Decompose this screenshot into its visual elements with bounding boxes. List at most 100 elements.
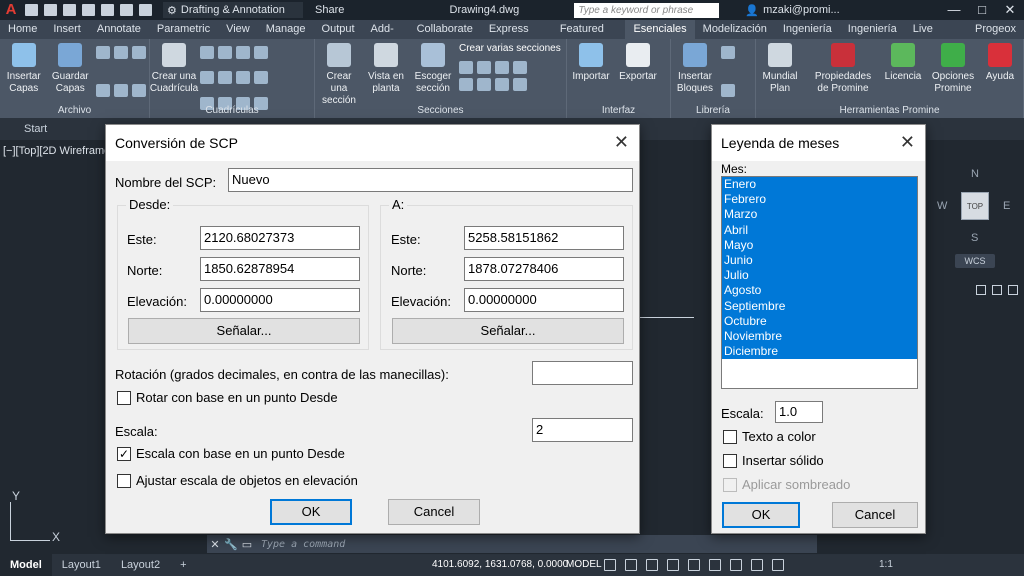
osnap-icon[interactable] (688, 559, 700, 571)
transparency-icon[interactable] (730, 559, 742, 571)
month-item[interactable]: Mayo (722, 237, 917, 253)
grid-icon[interactable] (604, 559, 616, 571)
close-button[interactable]: ✕ (996, 0, 1024, 20)
months-listbox[interactable]: Enero Febrero Marzo Abril Mayo Junio Julio Agos… (721, 176, 918, 389)
tool-icon[interactable] (513, 78, 527, 91)
tool-icon[interactable] (96, 84, 110, 97)
month-item[interactable]: Agosto (722, 283, 917, 299)
viewport-controls[interactable]: [−][Top][2D Wireframe] (3, 145, 113, 157)
tab-view[interactable]: View (218, 20, 258, 39)
annotation-icon[interactable] (772, 559, 784, 571)
ortho-icon[interactable] (646, 559, 658, 571)
save-icon[interactable] (63, 4, 76, 16)
lineweight-icon[interactable] (709, 559, 721, 571)
tool-icon[interactable] (218, 71, 232, 85)
start-tab[interactable]: Start (24, 123, 47, 135)
tool-icon[interactable] (200, 46, 214, 59)
viewcube-top[interactable]: TOP (961, 192, 989, 220)
tab-esenciales[interactable]: Esenciales (625, 20, 695, 39)
user-account[interactable]: 👤 mzaki@promi... (745, 4, 839, 17)
tab-add-ins[interactable]: Add-ins (363, 20, 409, 54)
tool-icon[interactable] (254, 46, 268, 59)
tab-featured-apps[interactable]: Featured Apps (552, 20, 626, 54)
close-icon[interactable]: ✕ (900, 132, 915, 153)
tab-live-survey[interactable]: Live Survey (905, 20, 967, 54)
tool-icon[interactable] (477, 78, 491, 91)
month-item[interactable]: Septiembre (722, 298, 917, 314)
scp-name-field[interactable]: Nuevo (228, 168, 633, 192)
month-item[interactable]: Abril (722, 222, 917, 238)
share-button[interactable]: Share (315, 4, 344, 16)
text-color-checkbox[interactable]: Texto a color (723, 429, 816, 444)
search-input[interactable]: Type a keyword or phrase (574, 2, 720, 18)
cmd-history-icon[interactable]: ▭ (239, 538, 255, 551)
tab-progeox[interactable]: Progeox (967, 20, 1024, 39)
ok-button[interactable]: OK (270, 499, 352, 525)
tool-icon[interactable] (459, 61, 473, 74)
to-este-field[interactable]: 5258.58151862 (464, 226, 624, 250)
tool-icon[interactable] (721, 46, 735, 59)
month-item[interactable]: Diciembre (722, 344, 917, 360)
tool-icon[interactable] (114, 46, 128, 59)
tool-icon[interactable] (218, 46, 232, 59)
from-pick-button[interactable]: Señalar... (128, 318, 360, 344)
minimize-viewport-icon[interactable] (976, 285, 986, 295)
tool-icon[interactable] (96, 46, 110, 59)
tool-icon[interactable] (495, 78, 509, 91)
redo-icon[interactable] (139, 4, 152, 16)
coordinate-readout[interactable]: 4101.6092, 1631.0768, 0.0000 (432, 554, 568, 576)
tab-collaborate[interactable]: Collaborate (409, 20, 481, 39)
tool-icon[interactable] (721, 84, 735, 97)
legend-cancel-button[interactable]: Cancel (832, 502, 918, 528)
tab-annotate[interactable]: Annotate (89, 20, 149, 39)
tab-modelizaci-n[interactable]: Modelización (695, 20, 775, 39)
rotate-base-checkbox[interactable]: Rotar con base en un punto Desde (117, 390, 338, 405)
cancel-button[interactable]: Cancel (388, 499, 480, 525)
tool-icon[interactable] (200, 71, 214, 85)
to-norte-field[interactable]: 1878.07278406 (464, 257, 624, 281)
snap-icon[interactable] (625, 559, 637, 571)
tab-ingenier-a-2[interactable]: Ingeniería 2 (840, 20, 905, 54)
tool-icon[interactable] (114, 84, 128, 97)
adjust-scale-checkbox[interactable]: Ajustar escala de objetos en elevación (117, 473, 358, 488)
tool-icon[interactable] (513, 61, 527, 74)
tool-icon[interactable] (132, 84, 146, 97)
tool-icon[interactable] (236, 46, 250, 59)
from-elev-field[interactable]: 0.00000000 (200, 288, 360, 312)
compass-west[interactable]: W (937, 200, 947, 212)
month-item[interactable]: Febrero (722, 192, 917, 208)
to-elev-field[interactable]: 0.00000000 (464, 288, 624, 312)
wrench-icon[interactable]: 🔧 (223, 538, 239, 551)
undo-icon[interactable] (120, 4, 133, 16)
to-pick-button[interactable]: Señalar... (392, 318, 624, 344)
maximize-button[interactable]: □ (968, 0, 996, 20)
print-icon[interactable] (101, 4, 114, 16)
selection-icon[interactable] (751, 559, 763, 571)
from-norte-field[interactable]: 1850.62878954 (200, 257, 360, 281)
legend-scale-field[interactable]: 1.0 (775, 401, 823, 423)
compass-east[interactable]: E (1003, 200, 1010, 212)
month-item[interactable]: Noviembre (722, 328, 917, 345)
rotation-field[interactable] (532, 361, 633, 385)
close-viewport-icon[interactable] (1008, 285, 1018, 295)
annotation-scale[interactable]: 1:1 (879, 554, 893, 576)
compass-south[interactable]: S (971, 232, 978, 244)
insert-solid-checkbox[interactable]: Insertar sólido (723, 453, 824, 468)
tab-parametric[interactable]: Parametric (149, 20, 218, 39)
layout-tab-layout2[interactable]: Layout2 (111, 554, 170, 576)
tool-icon[interactable] (495, 61, 509, 74)
tool-icon[interactable] (254, 71, 268, 85)
wcs-menu[interactable]: WCS (955, 254, 995, 268)
month-item[interactable]: Julio (722, 268, 917, 284)
restore-viewport-icon[interactable] (992, 285, 1002, 295)
polar-icon[interactable] (667, 559, 679, 571)
month-item[interactable]: Marzo (722, 207, 917, 223)
compass-north[interactable]: N (971, 168, 979, 180)
open-file-icon[interactable] (44, 4, 57, 16)
tab-home[interactable]: Home (0, 20, 45, 39)
save-as-icon[interactable] (82, 4, 95, 16)
model-space-toggle[interactable]: MODEL (566, 554, 602, 576)
month-item[interactable]: Junio (722, 252, 917, 269)
tab-express-tools[interactable]: Express Tools (481, 20, 552, 54)
tool-icon[interactable] (459, 78, 473, 91)
